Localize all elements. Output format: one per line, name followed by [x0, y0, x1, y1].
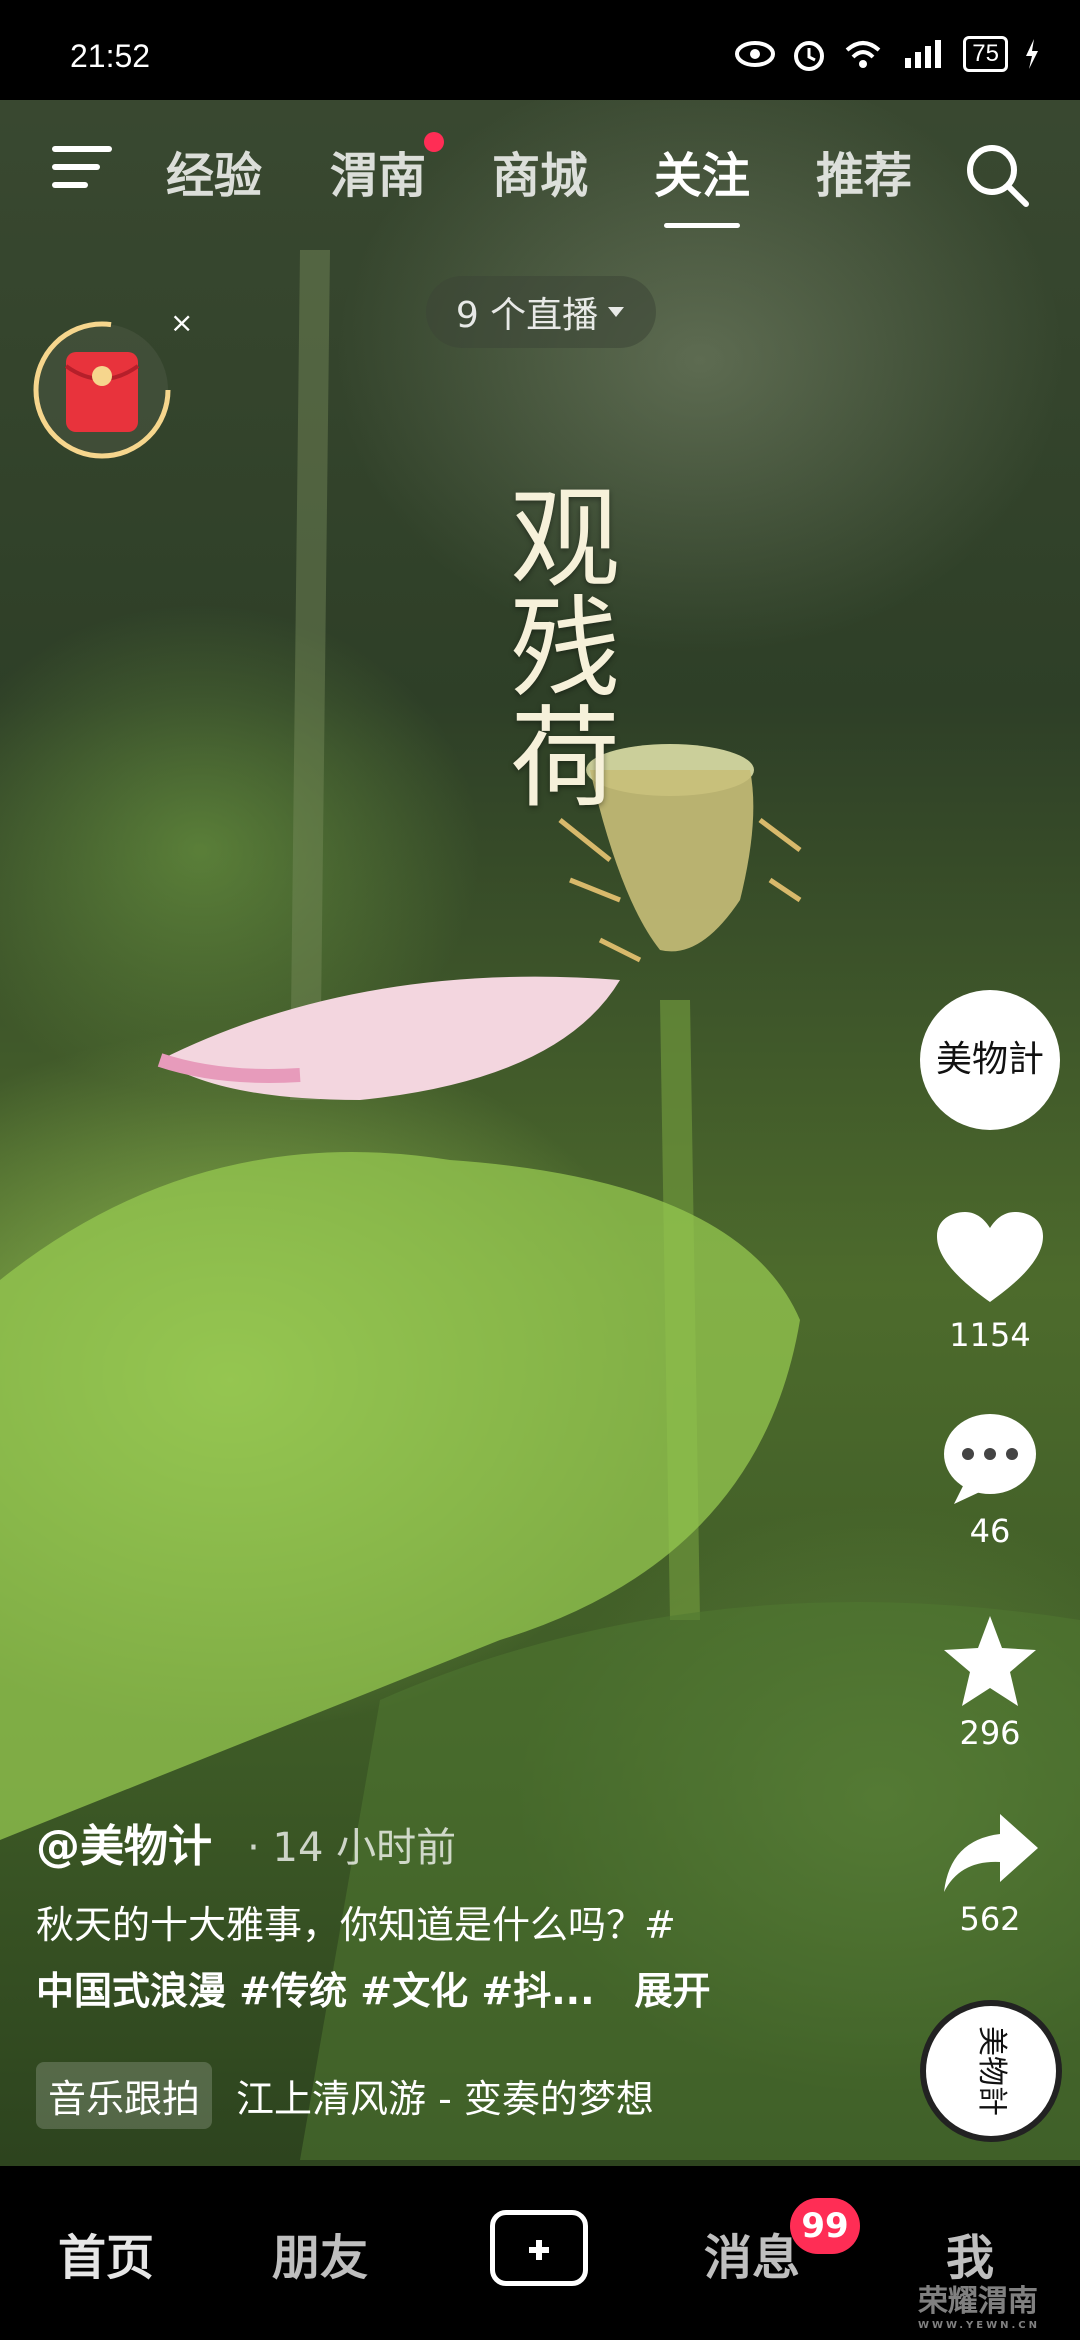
video-feed-screen: 21:52 75 经验 渭南 商城 关注 推荐 9 个直播 × 观残荷 美物計 …	[0, 0, 1080, 2340]
music-info[interactable]: 音乐跟拍 江上清风游 - 变奏的梦想	[36, 2062, 654, 2129]
close-icon[interactable]: ×	[170, 306, 193, 339]
tab-weinan[interactable]: 渭南	[330, 132, 445, 206]
video-caption: @美物计 · 14 小时前 秋天的十大雅事，你知道是什么吗？# 中国式浪漫 #传…	[36, 1810, 816, 2024]
post-time: · 14 小时前	[247, 1825, 457, 1871]
signal-icon	[905, 40, 942, 68]
tab-jingyan[interactable]: 经验	[166, 136, 262, 206]
share-button[interactable]: 562	[920, 1810, 1060, 1938]
video-description[interactable]: 秋天的十大雅事，你知道是什么吗？# 中国式浪漫 #传统 #文化 #抖... 展开	[36, 1892, 816, 2024]
favorite-button[interactable]: 296	[920, 1612, 1060, 1752]
charging-icon	[1026, 39, 1038, 69]
tab-shop[interactable]: 商城	[492, 136, 588, 206]
active-tab-underline	[664, 223, 741, 228]
eye-icon	[735, 41, 776, 67]
music-tag[interactable]: 音乐跟拍	[36, 2062, 213, 2129]
nav-home[interactable]: 首页	[58, 2218, 154, 2288]
video-overlay-title: 观残荷	[491, 480, 619, 810]
top-nav: 经验 渭南 商城 关注 推荐	[0, 100, 1080, 240]
menu-icon[interactable]	[52, 146, 112, 192]
hashtags[interactable]: 中国式浪漫 #传统 #文化 #抖...	[36, 1969, 595, 2013]
music-disc[interactable]: 美物計	[920, 2000, 1062, 2142]
author-avatar[interactable]: 美物計	[920, 990, 1060, 1130]
nav-friends[interactable]: 朋友	[272, 2218, 368, 2288]
expand-button[interactable]: 展开	[635, 1969, 711, 2013]
comment-button[interactable]: 46	[920, 1410, 1060, 1550]
search-icon[interactable]	[962, 140, 1032, 210]
alarm-icon	[794, 41, 825, 71]
comment-icon	[944, 1414, 1036, 1504]
tab-recommend[interactable]: 推荐	[816, 136, 912, 206]
notification-dot	[424, 132, 445, 152]
author-name[interactable]: @美物计	[36, 1821, 212, 1872]
watermark-sub: WWW.YEWN.CN	[917, 2320, 1040, 2331]
share-icon	[944, 1814, 1038, 1892]
share-count: 562	[959, 1900, 1021, 1938]
messages-badge: 99	[790, 2198, 860, 2254]
like-count: 1154	[949, 1316, 1031, 1354]
watermark-text: 荣耀渭南	[917, 2284, 1038, 2319]
tab-following[interactable]: 关注	[654, 136, 750, 228]
favorite-count: 296	[959, 1714, 1021, 1752]
create-post-button[interactable]	[490, 2210, 588, 2286]
description-line: 秋天的十大雅事，你知道是什么吗？#	[36, 1903, 676, 1947]
comment-count: 46	[969, 1512, 1011, 1550]
status-icons: 75	[735, 36, 1040, 72]
watermark: 荣耀渭南 WWW.YEWN.CN	[918, 2276, 1040, 2331]
heart-icon	[937, 1212, 1043, 1302]
red-packet-widget[interactable]: ×	[30, 306, 193, 462]
live-count-pill[interactable]: 9 个直播	[426, 276, 656, 348]
wifi-icon	[845, 41, 881, 68]
status-bar: 21:52 75	[0, 0, 1080, 100]
chevron-down-icon	[608, 307, 625, 317]
status-time: 21:52	[70, 38, 151, 74]
live-count-label: 9 个直播	[455, 295, 599, 336]
music-title[interactable]: 江上清风游 - 变奏的梦想	[236, 2068, 654, 2123]
nav-messages[interactable]: 消息	[704, 2218, 800, 2288]
star-icon	[944, 1616, 1036, 1706]
red-packet-icon	[33, 321, 171, 459]
like-button[interactable]: 1154	[920, 1210, 1060, 1354]
battery-level: 75	[963, 36, 1008, 72]
